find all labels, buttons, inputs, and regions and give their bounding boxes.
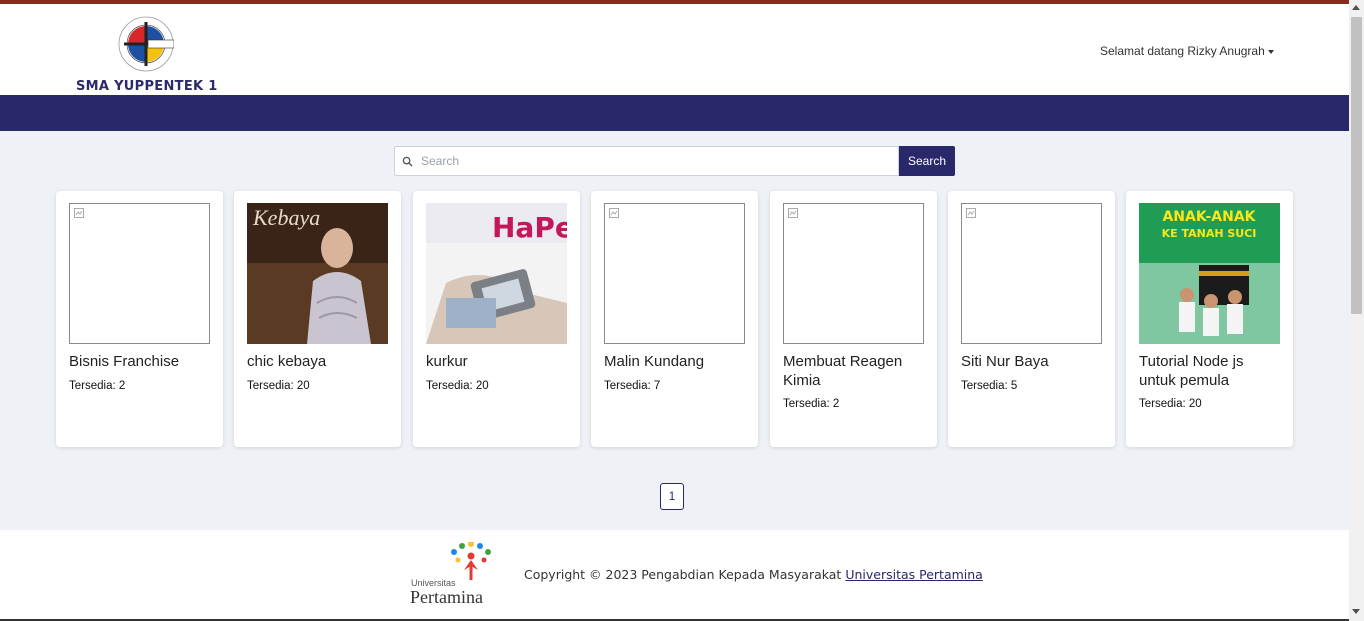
svg-text:KE TANAH SUCI: KE TANAH SUCI (1162, 227, 1257, 240)
book-cover (961, 203, 1102, 344)
book-title: Bisnis Franchise (69, 353, 180, 370)
svg-text:Kebaya: Kebaya (252, 205, 320, 230)
book-cover (783, 203, 924, 344)
broken-image-icon (966, 208, 976, 218)
hape-cover: HaPe (426, 203, 567, 344)
svg-text:ANAK-ANAK: ANAK-ANAK (1162, 209, 1256, 225)
book-stock: Tersedia: 2 (69, 380, 126, 392)
pagination: 1 (660, 483, 684, 510)
page-1-button[interactable]: 1 (660, 483, 684, 510)
universitas-pertamina-logo: Universitas Pertamina (410, 542, 500, 607)
book-card[interactable]: Siti Nur Baya Tersedia: 5 (948, 191, 1115, 447)
book-card[interactable]: Kebaya chic kebaya Tersedia: 20 (234, 191, 401, 447)
kebaya-cover: Kebaya (247, 203, 388, 344)
scrollbar-thumb[interactable] (1351, 17, 1362, 314)
book-card[interactable]: Malin Kundang Tersedia: 7 (591, 191, 758, 447)
book-stock: Tersedia: 20 (1139, 398, 1202, 410)
anak-anak-cover: ANAK-ANAK KE TANAH SUCI (1139, 203, 1280, 344)
search-box (394, 146, 899, 176)
search-input[interactable] (421, 147, 894, 175)
site-header: SMA YUPPENTEK 1 Selamat datang Rizky Anu… (0, 4, 1349, 95)
copyright-label: Copyright © 2023 Pengabdian Kepada Masya… (524, 567, 842, 582)
user-greeting: Selamat datang Rizky Anugrah (1100, 44, 1265, 58)
school-logo[interactable]: SMA YUPPENTEK 1 (76, 14, 217, 94)
book-stock: Tersedia: 7 (604, 380, 661, 392)
book-title: chic kebaya (247, 353, 327, 370)
copyright-text: Copyright © 2023 Pengabdian Kepada Masya… (524, 567, 983, 582)
book-stock: Tersedia: 20 (247, 380, 310, 392)
book-stock: Tersedia: 5 (961, 380, 1018, 392)
book-card[interactable]: HaPe kurkur Tersedia: 20 (413, 191, 580, 447)
book-title: Membuat Reagen Kimia (783, 353, 903, 389)
search-form: Search (394, 146, 955, 176)
broken-image-icon (788, 208, 798, 218)
book-card[interactable]: Membuat Reagen Kimia Tersedia: 2 (770, 191, 937, 447)
book-card[interactable]: Bisnis Franchise Tersedia: 2 (56, 191, 223, 447)
school-name: SMA YUPPENTEK 1 (76, 79, 218, 94)
broken-image-icon (74, 208, 84, 218)
scroll-up-arrow-icon[interactable] (1352, 5, 1360, 10)
caret-down-icon (1267, 49, 1274, 54)
svg-text:HaPe: HaPe (492, 211, 567, 244)
book-card[interactable]: ANAK-ANAK KE TANAH SUCI Tutorial Node js… (1126, 191, 1293, 447)
broken-image-icon (609, 208, 619, 218)
book-title: Siti Nur Baya (961, 353, 1049, 370)
book-title: Tutorial Node js untuk pemula (1139, 353, 1244, 389)
search-button[interactable]: Search (899, 146, 955, 176)
site-footer: Universitas Pertamina Copyright © 2023 P… (0, 530, 1349, 621)
user-menu-dropdown[interactable]: Selamat datang Rizky Anugrah (1100, 44, 1274, 58)
vertical-scrollbar[interactable] (1349, 0, 1364, 621)
book-title: Malin Kundang (604, 353, 705, 370)
logo-big-text: Pertamina (410, 587, 483, 607)
universitas-pertamina-link[interactable]: Universitas Pertamina (845, 567, 983, 582)
book-cover (69, 203, 210, 344)
scroll-down-arrow-icon[interactable] (1352, 609, 1360, 614)
book-stock: Tersedia: 2 (783, 398, 840, 410)
book-cover (604, 203, 745, 344)
yuppentek-emblem-icon (118, 16, 174, 72)
navigation-band (0, 95, 1349, 131)
book-stock: Tersedia: 20 (426, 380, 489, 392)
book-title: kurkur (426, 353, 468, 370)
search-icon (402, 156, 413, 167)
